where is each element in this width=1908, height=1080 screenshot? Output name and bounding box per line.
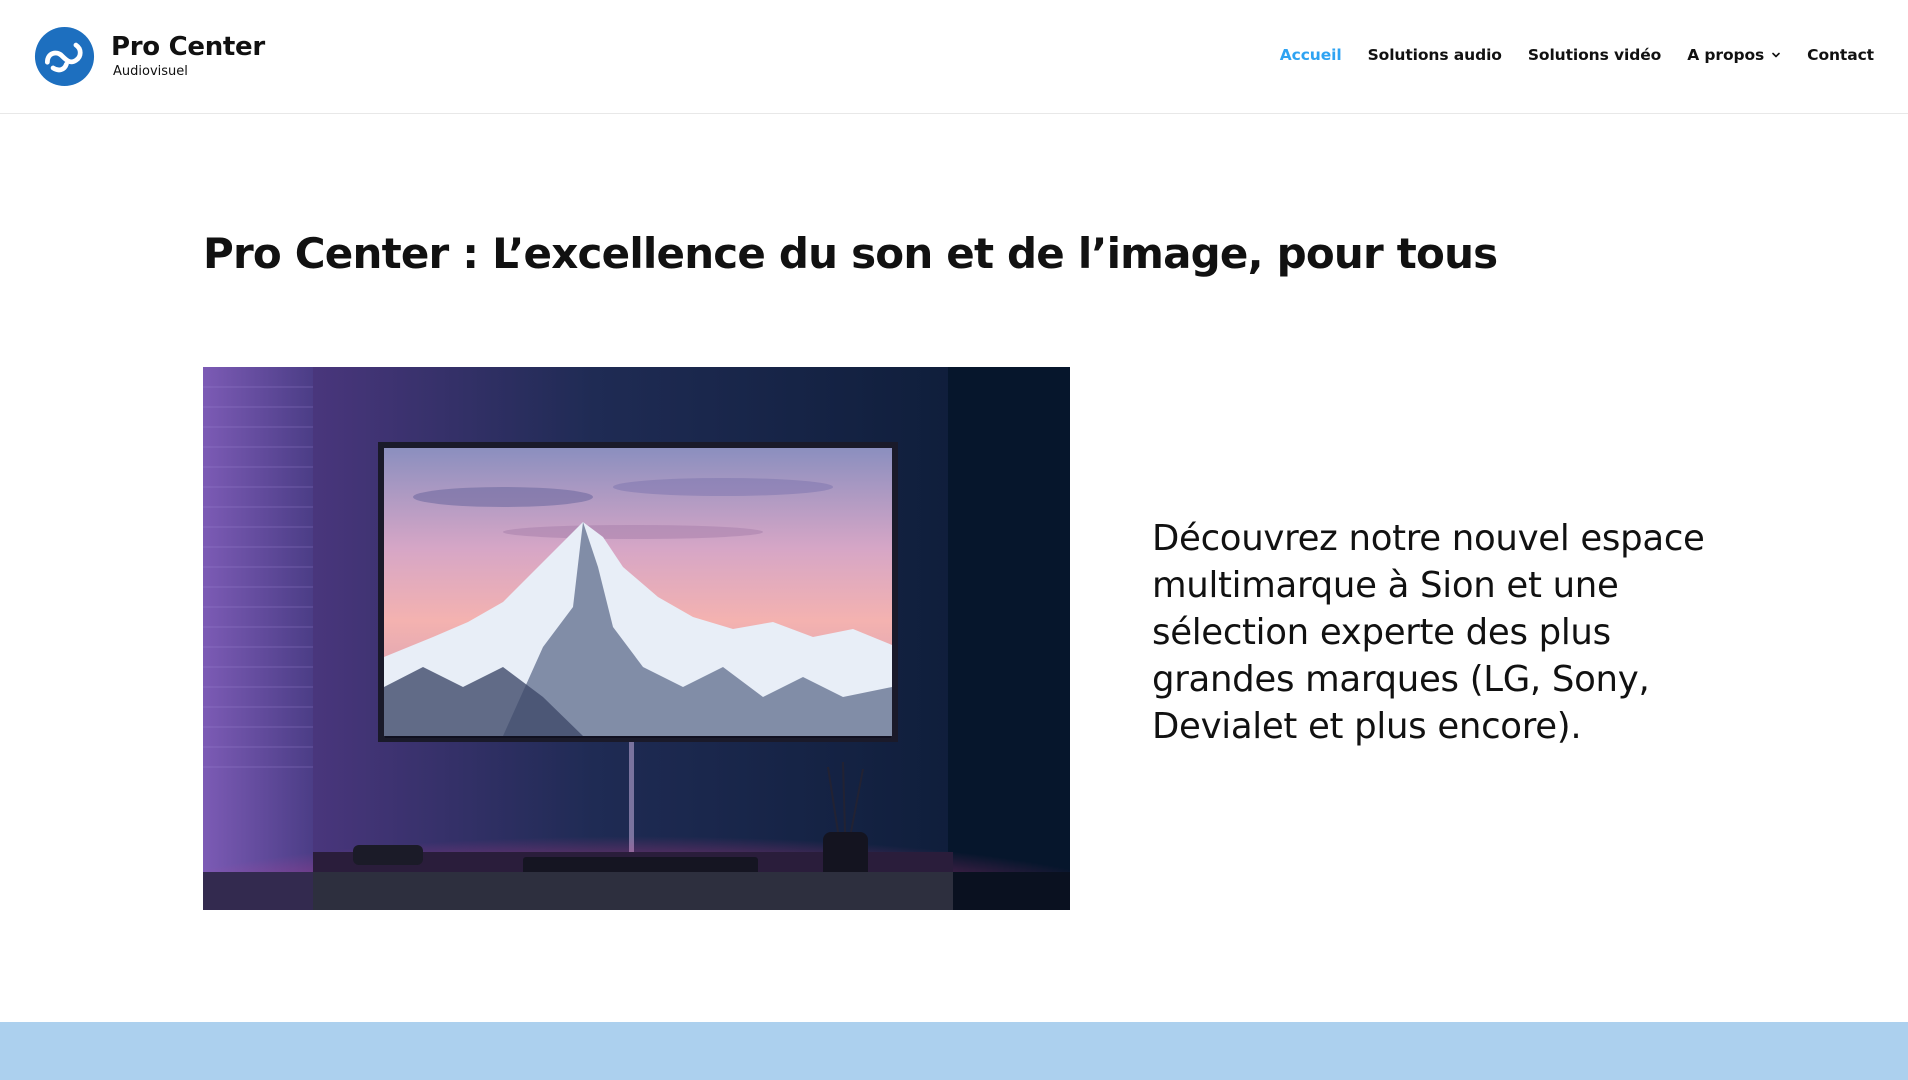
- nav-item-accueil[interactable]: Accueil: [1280, 46, 1342, 64]
- nav-item-label: Contact: [1807, 46, 1874, 64]
- main-nav: Accueil Solutions audio Solutions vidéo …: [1254, 46, 1874, 64]
- nav-item-label: Accueil: [1279, 46, 1342, 64]
- tv-living-room-photo: [203, 367, 1070, 910]
- logo-text: Pro Center Audiovisuel: [111, 33, 265, 80]
- intro-text: Découvrez notre nouvel espace multimarqu…: [1152, 518, 1705, 747]
- chevron-down-icon: [1772, 52, 1780, 58]
- nav-item-label: A propos: [1687, 46, 1765, 64]
- section-band: [0, 1022, 1908, 1080]
- hero-image: [203, 367, 1070, 910]
- nav-item-solutions-video[interactable]: Solutions vidéo: [1528, 46, 1661, 64]
- nav-item-contact[interactable]: Contact: [1807, 46, 1874, 64]
- nav-item-label: Solutions vidéo: [1527, 46, 1662, 64]
- nav-item-solutions-audio[interactable]: Solutions audio: [1368, 46, 1502, 64]
- logo-link[interactable]: Pro Center Audiovisuel: [34, 26, 265, 87]
- site-header: Pro Center Audiovisuel Accueil Solutions…: [0, 0, 1908, 114]
- brand-tagline: Audiovisuel: [113, 64, 188, 79]
- nav-item-a-propos[interactable]: A propos: [1687, 46, 1781, 64]
- brand-name: Pro Center: [111, 32, 265, 62]
- page-title: Pro Center : L’excellence du son et de l…: [203, 229, 1498, 278]
- nav-item-label: Solutions audio: [1367, 46, 1502, 64]
- logo-icon: [34, 26, 95, 87]
